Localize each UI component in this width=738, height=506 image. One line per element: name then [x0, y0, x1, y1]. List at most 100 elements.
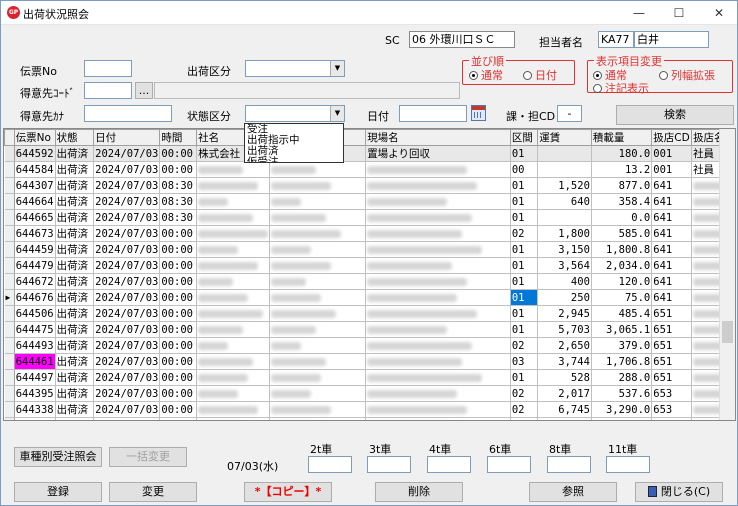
- cell-co2[interactable]: [269, 401, 367, 418]
- cell-load[interactable]: 3,290.0: [591, 401, 653, 418]
- cell-load[interactable]: 1,800.8: [591, 241, 653, 258]
- cell-fare[interactable]: [537, 209, 592, 226]
- cell-dt[interactable]: 2024/07/03: [93, 369, 161, 386]
- cell-fare[interactable]: 3,564: [537, 257, 592, 274]
- table-row[interactable]: 644338 出荷済 2024/07/03 00:00 02 6,745 3,290.0 65…: [4, 401, 735, 418]
- cell-no[interactable]: 644397: [14, 417, 56, 420]
- cell-no[interactable]: 644592: [14, 145, 56, 162]
- cell-co[interactable]: [196, 321, 271, 338]
- cell-load[interactable]: 379.0: [591, 337, 653, 354]
- table-row[interactable]: 644584 出荷済 2024/07/03 00:00 00 13.2 001 社員: [4, 161, 735, 178]
- henkou-button[interactable]: 変更: [109, 482, 197, 502]
- column-header[interactable]: 現場名: [365, 129, 511, 146]
- cell-fare[interactable]: 1,800: [537, 225, 592, 242]
- cell-ku[interactable]: 01: [510, 241, 539, 258]
- cell-co2[interactable]: [269, 225, 367, 242]
- table-row[interactable]: 644665 出荷済 2024/07/03 08:30 01 0.0 641: [4, 209, 735, 226]
- cell-load[interactable]: 13.2: [591, 161, 653, 178]
- search-button[interactable]: 検索: [616, 105, 734, 125]
- cell-co[interactable]: [196, 369, 271, 386]
- cell-ku[interactable]: 01: [510, 177, 539, 194]
- cell-load[interactable]: 2,034.0: [591, 257, 653, 274]
- cell-no[interactable]: 644497: [14, 369, 56, 386]
- cell-tm[interactable]: 00:00: [159, 369, 198, 386]
- grid-vertical-scrollbar[interactable]: [719, 129, 735, 420]
- cell-st[interactable]: 出荷済: [55, 369, 95, 386]
- cell-load[interactable]: 1,706.8: [591, 353, 653, 370]
- cell-co[interactable]: [196, 241, 271, 258]
- cell-co2[interactable]: [269, 369, 367, 386]
- cell-dt[interactable]: 2024/07/03: [93, 177, 161, 194]
- cell-co2[interactable]: [269, 417, 367, 420]
- cell-fare[interactable]: 5,703: [537, 321, 592, 338]
- cell-no[interactable]: 644307: [14, 177, 56, 194]
- cell-st[interactable]: 出荷済: [55, 321, 95, 338]
- table-row[interactable]: 644592 出荷済 2024/07/03 00:00 株式会社 置場より回収 01 180.…: [4, 145, 735, 162]
- cell-load[interactable]: 3,065.1: [591, 321, 653, 338]
- cell-sc[interactable]: 651: [651, 353, 693, 370]
- cell-sc[interactable]: 653: [651, 417, 693, 420]
- cell-tm[interactable]: 00:00: [159, 305, 198, 322]
- tokuisaki-kana-input[interactable]: [84, 105, 172, 122]
- cell-site[interactable]: [365, 225, 511, 242]
- cell-st[interactable]: 出荷済: [55, 401, 95, 418]
- cell-co[interactable]: [196, 177, 271, 194]
- table-row[interactable]: 644672 出荷済 2024/07/03 00:00 01 400 120.0 641: [4, 273, 735, 290]
- truck-count-input[interactable]: [427, 456, 471, 473]
- cell-co[interactable]: [196, 161, 271, 178]
- cell-ku[interactable]: 01: [510, 145, 539, 162]
- cell-site[interactable]: [365, 353, 511, 370]
- cell-st[interactable]: 出荷済: [55, 257, 95, 274]
- display-wide-radio[interactable]: 列幅拡張: [659, 67, 715, 83]
- maximize-button[interactable]: ☐: [659, 1, 699, 25]
- cell-sc[interactable]: 651: [651, 369, 693, 386]
- cell-co2[interactable]: [269, 321, 367, 338]
- cell-no[interactable]: 644461: [14, 353, 56, 370]
- cell-fare[interactable]: 250: [537, 289, 592, 306]
- cell-tm[interactable]: 00:00: [159, 289, 198, 306]
- cell-no[interactable]: 644493: [14, 337, 56, 354]
- cell-load[interactable]: 120.0: [591, 273, 653, 290]
- cell-load[interactable]: 288.0: [591, 369, 653, 386]
- cell-sc[interactable]: 641: [651, 257, 693, 274]
- cell-sc[interactable]: 001: [651, 145, 693, 162]
- table-row[interactable]: 644664 出荷済 2024/07/03 08:30 01 640 358.4 641: [4, 193, 735, 210]
- column-header[interactable]: 日付: [93, 129, 161, 146]
- cell-load[interactable]: 537.6: [591, 385, 653, 402]
- cell-st[interactable]: 出荷済: [55, 273, 95, 290]
- cell-site[interactable]: 置場より回収: [365, 145, 511, 162]
- cell-co[interactable]: [196, 305, 271, 322]
- cell-dt[interactable]: 2024/07/03: [93, 305, 161, 322]
- cell-co[interactable]: [196, 289, 271, 306]
- cell-load[interactable]: 585.0: [591, 225, 653, 242]
- scrollbar-thumb[interactable]: [722, 321, 733, 343]
- cell-site[interactable]: [365, 401, 511, 418]
- cell-co2[interactable]: [269, 241, 367, 258]
- cell-ku[interactable]: 01: [510, 193, 539, 210]
- touroku-button[interactable]: 登録: [14, 482, 102, 502]
- cell-fare[interactable]: 3,150: [537, 241, 592, 258]
- cell-dt[interactable]: 2024/07/03: [93, 273, 161, 290]
- cell-site[interactable]: [365, 289, 511, 306]
- cell-st[interactable]: 出荷済: [55, 177, 95, 194]
- cell-co[interactable]: [196, 337, 271, 354]
- cell-co[interactable]: [196, 225, 271, 242]
- cell-co[interactable]: [196, 273, 271, 290]
- cell-tm[interactable]: 00:00: [159, 145, 198, 162]
- cell-dt[interactable]: 2024/07/03: [93, 321, 161, 338]
- cell-tm[interactable]: 00:00: [159, 241, 198, 258]
- cell-dt[interactable]: 2024/07/03: [93, 401, 161, 418]
- cell-st[interactable]: 出荷済: [55, 289, 95, 306]
- cell-co2[interactable]: [269, 337, 367, 354]
- cell-fare[interactable]: 3,744: [537, 353, 592, 370]
- cell-co[interactable]: [196, 257, 271, 274]
- cell-st[interactable]: 出荷済: [55, 417, 95, 420]
- cell-fare[interactable]: 528: [537, 369, 592, 386]
- cell-st[interactable]: 出荷済: [55, 145, 95, 162]
- shipment-grid[interactable]: 伝票No 状態 日付 時間 社名 現場名 区間 運賃 積載量 扱店CD 扱店名 644592 出荷済 2…: [3, 128, 736, 421]
- cell-sc[interactable]: 651: [651, 321, 693, 338]
- cell-sc[interactable]: 641: [651, 241, 693, 258]
- cell-ku[interactable]: 01: [510, 321, 539, 338]
- cell-no[interactable]: 644479: [14, 257, 56, 274]
- cell-load[interactable]: 75.0: [591, 289, 653, 306]
